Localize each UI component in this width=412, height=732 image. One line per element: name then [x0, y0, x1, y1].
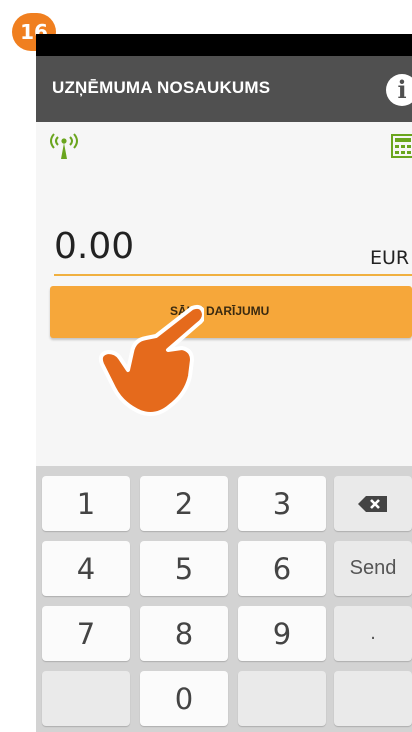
- status-bar: [36, 34, 412, 56]
- phone-screen: UZŅĒMUMA NOSAUKUMS i 0.00 EUR SĀKT DARĪJ…: [36, 34, 412, 732]
- app-title: UZŅĒMUMA NOSAUKUMS: [52, 78, 271, 97]
- backspace-icon: [358, 495, 387, 512]
- decimal-key[interactable]: .: [334, 606, 412, 661]
- key-9[interactable]: 9: [238, 606, 326, 661]
- amount-underline: [54, 274, 412, 276]
- blank-key-left: [42, 671, 130, 726]
- send-key[interactable]: Send: [334, 541, 412, 596]
- signal-icon: [50, 133, 78, 159]
- backspace-key[interactable]: [334, 476, 412, 531]
- key-2[interactable]: 2: [140, 476, 228, 531]
- amount-input[interactable]: 0.00: [54, 226, 134, 267]
- blank-key-corner: [334, 671, 412, 726]
- numeric-keypad: 1 2 3 4 5 6 Send 7 8 9 . 0: [36, 466, 412, 732]
- decimal-key-label: .: [370, 622, 376, 644]
- key-0[interactable]: 0: [140, 671, 228, 726]
- info-icon[interactable]: i: [386, 74, 412, 106]
- app-bar: UZŅĒMUMA NOSAUKUMS i: [36, 56, 412, 122]
- key-5[interactable]: 5: [140, 541, 228, 596]
- key-8[interactable]: 8: [140, 606, 228, 661]
- pointing-hand-icon: [98, 304, 204, 416]
- key-7[interactable]: 7: [42, 606, 130, 661]
- currency-label: EUR: [370, 247, 410, 269]
- blank-key-right: [238, 671, 326, 726]
- calculator-icon[interactable]: [390, 133, 412, 159]
- send-key-label: Send: [349, 557, 397, 579]
- key-4[interactable]: 4: [42, 541, 130, 596]
- key-6[interactable]: 6: [238, 541, 326, 596]
- key-3[interactable]: 3: [238, 476, 326, 531]
- key-1[interactable]: 1: [42, 476, 130, 531]
